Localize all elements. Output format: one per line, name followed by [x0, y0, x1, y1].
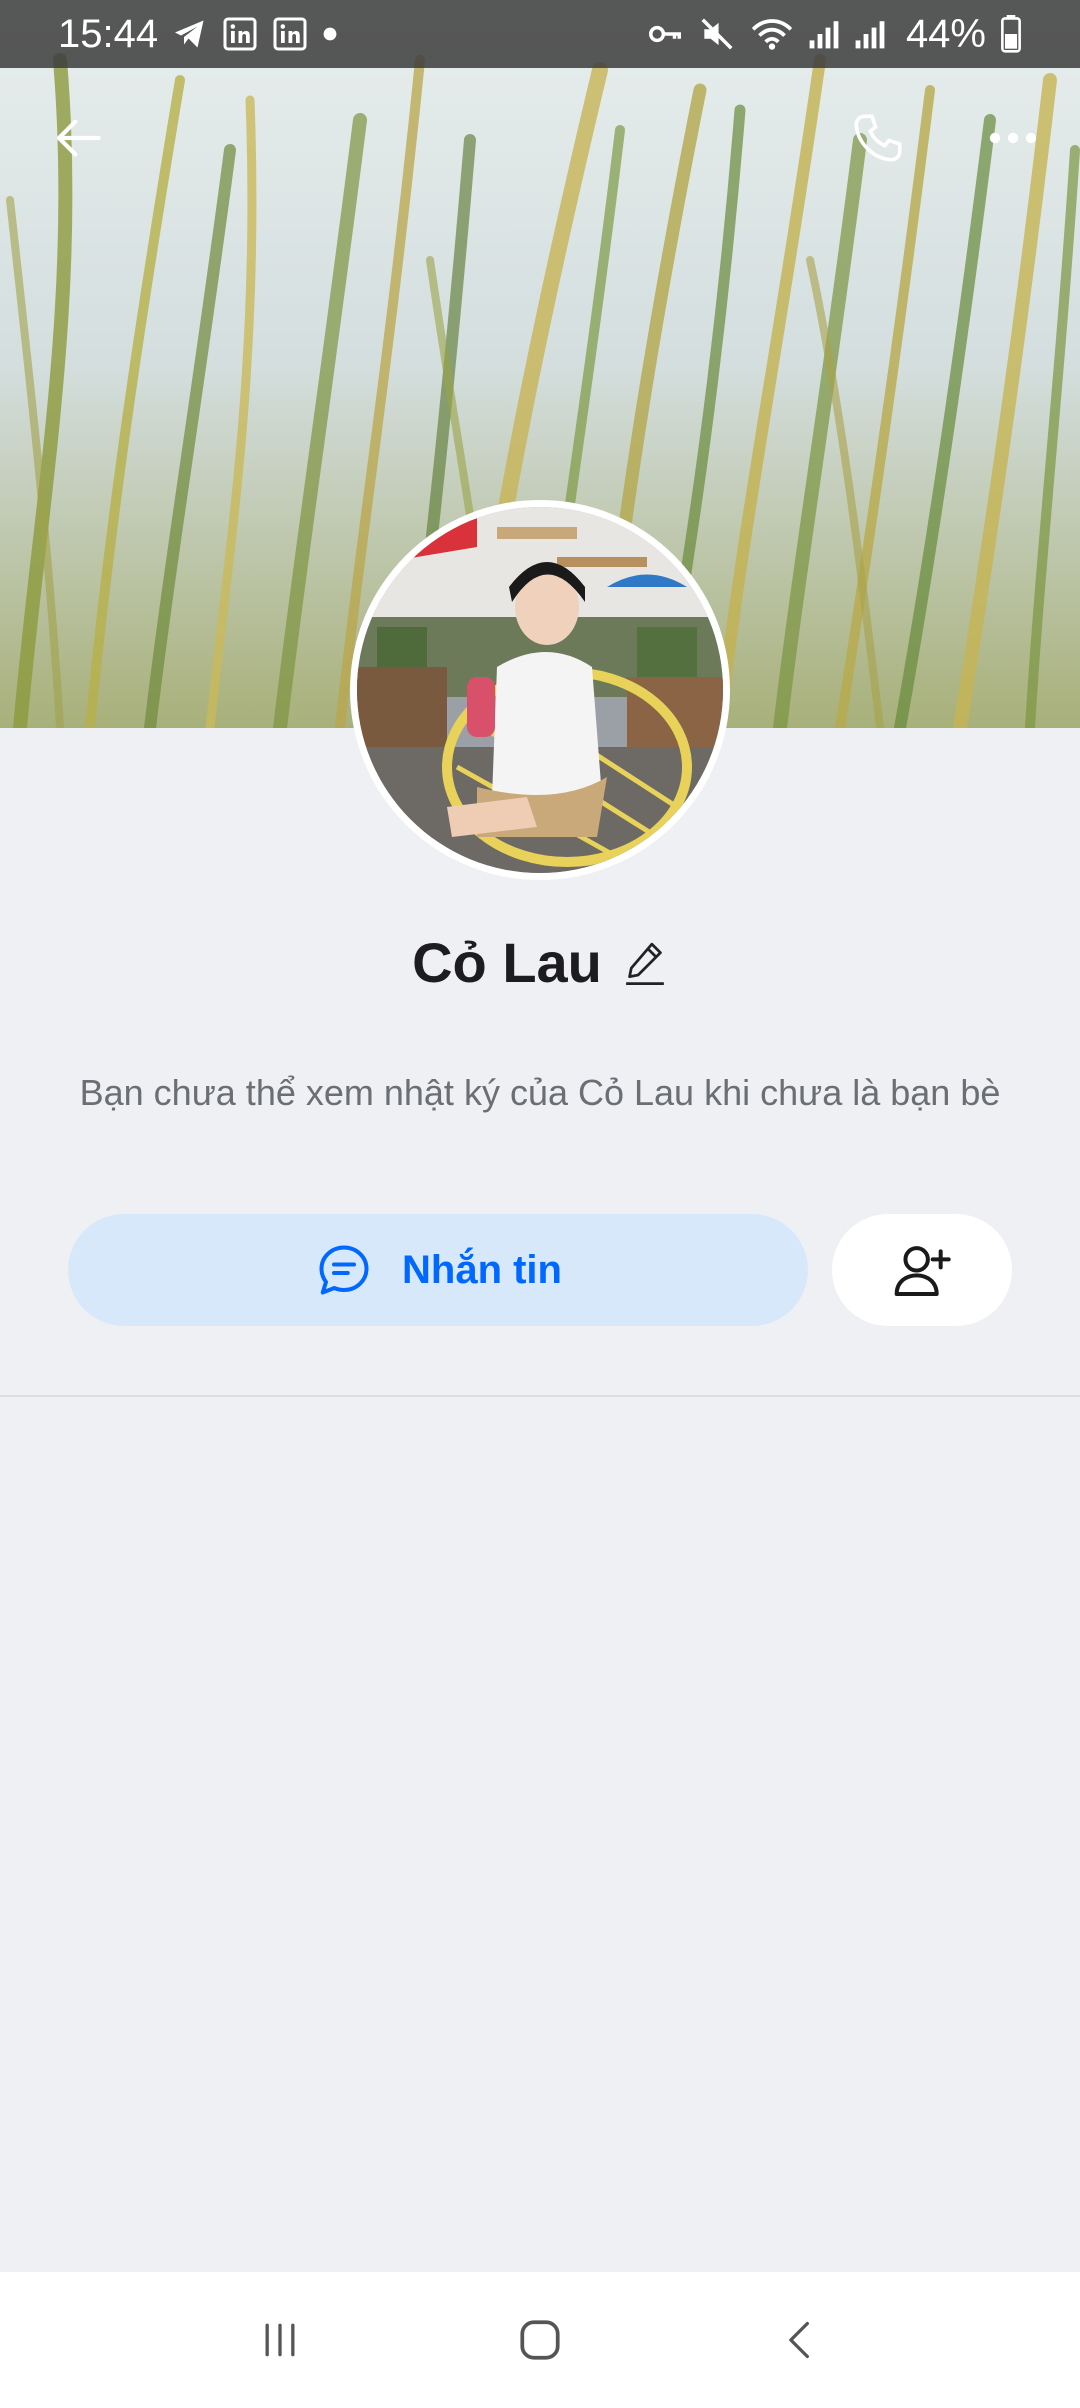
status-right: 44% — [646, 12, 1022, 57]
send-message-button[interactable]: Nhắn tin — [68, 1214, 808, 1326]
linkedin-icon — [272, 16, 308, 52]
call-button[interactable] — [840, 100, 916, 176]
profile-screen: 15:44 44% Cỏ Lau Bạn chưa thể xem nhật k… — [0, 0, 1080, 2408]
wifi-icon — [750, 15, 794, 53]
chat-bubble-icon — [319, 1245, 369, 1295]
dot-icon — [322, 26, 338, 42]
home-button[interactable] — [495, 2295, 585, 2385]
status-time: 15:44 — [58, 11, 159, 56]
back-button[interactable] — [42, 100, 118, 176]
battery-icon — [1000, 15, 1022, 53]
avatar[interactable] — [357, 507, 723, 873]
system-back-button[interactable] — [755, 2295, 845, 2385]
battery-percent: 44% — [905, 11, 986, 56]
signal-icon — [854, 17, 886, 51]
add-friend-icon — [894, 1246, 951, 1296]
profile-name-row: Cỏ Lau — [0, 930, 1080, 995]
edit-name-button[interactable] — [622, 936, 668, 990]
avatar-frame[interactable] — [350, 500, 730, 880]
more-options-button[interactable] — [975, 100, 1051, 176]
send-message-label: Nhắn tin — [402, 1247, 562, 1292]
diary-locked-notice: Bạn chưa thể xem nhật ký của Cỏ Lau khi … — [79, 1072, 1001, 1113]
linkedin-icon — [222, 16, 258, 52]
pencil-icon — [626, 942, 664, 985]
avatar-photo — [357, 507, 723, 873]
telegram-icon — [172, 16, 208, 52]
home-icon — [520, 2320, 560, 2360]
back-chevron-icon — [789, 2321, 809, 2359]
arrow-left-icon — [56, 119, 101, 157]
vpn-key-icon — [646, 15, 684, 53]
status-bar: 15:44 44% — [0, 0, 1080, 68]
more-horizontal-icon — [989, 132, 1037, 144]
signal-icon — [808, 17, 840, 51]
phone-icon — [854, 114, 902, 162]
recents-button[interactable] — [235, 2295, 325, 2385]
section-divider — [0, 1395, 1080, 1397]
status-left: 15:44 — [58, 12, 338, 57]
system-navigation-bar — [0, 2272, 1080, 2408]
mute-icon — [698, 15, 736, 53]
profile-name: Cỏ Lau — [412, 931, 602, 994]
add-friend-button[interactable] — [832, 1214, 1012, 1326]
recents-icon — [265, 2323, 295, 2357]
